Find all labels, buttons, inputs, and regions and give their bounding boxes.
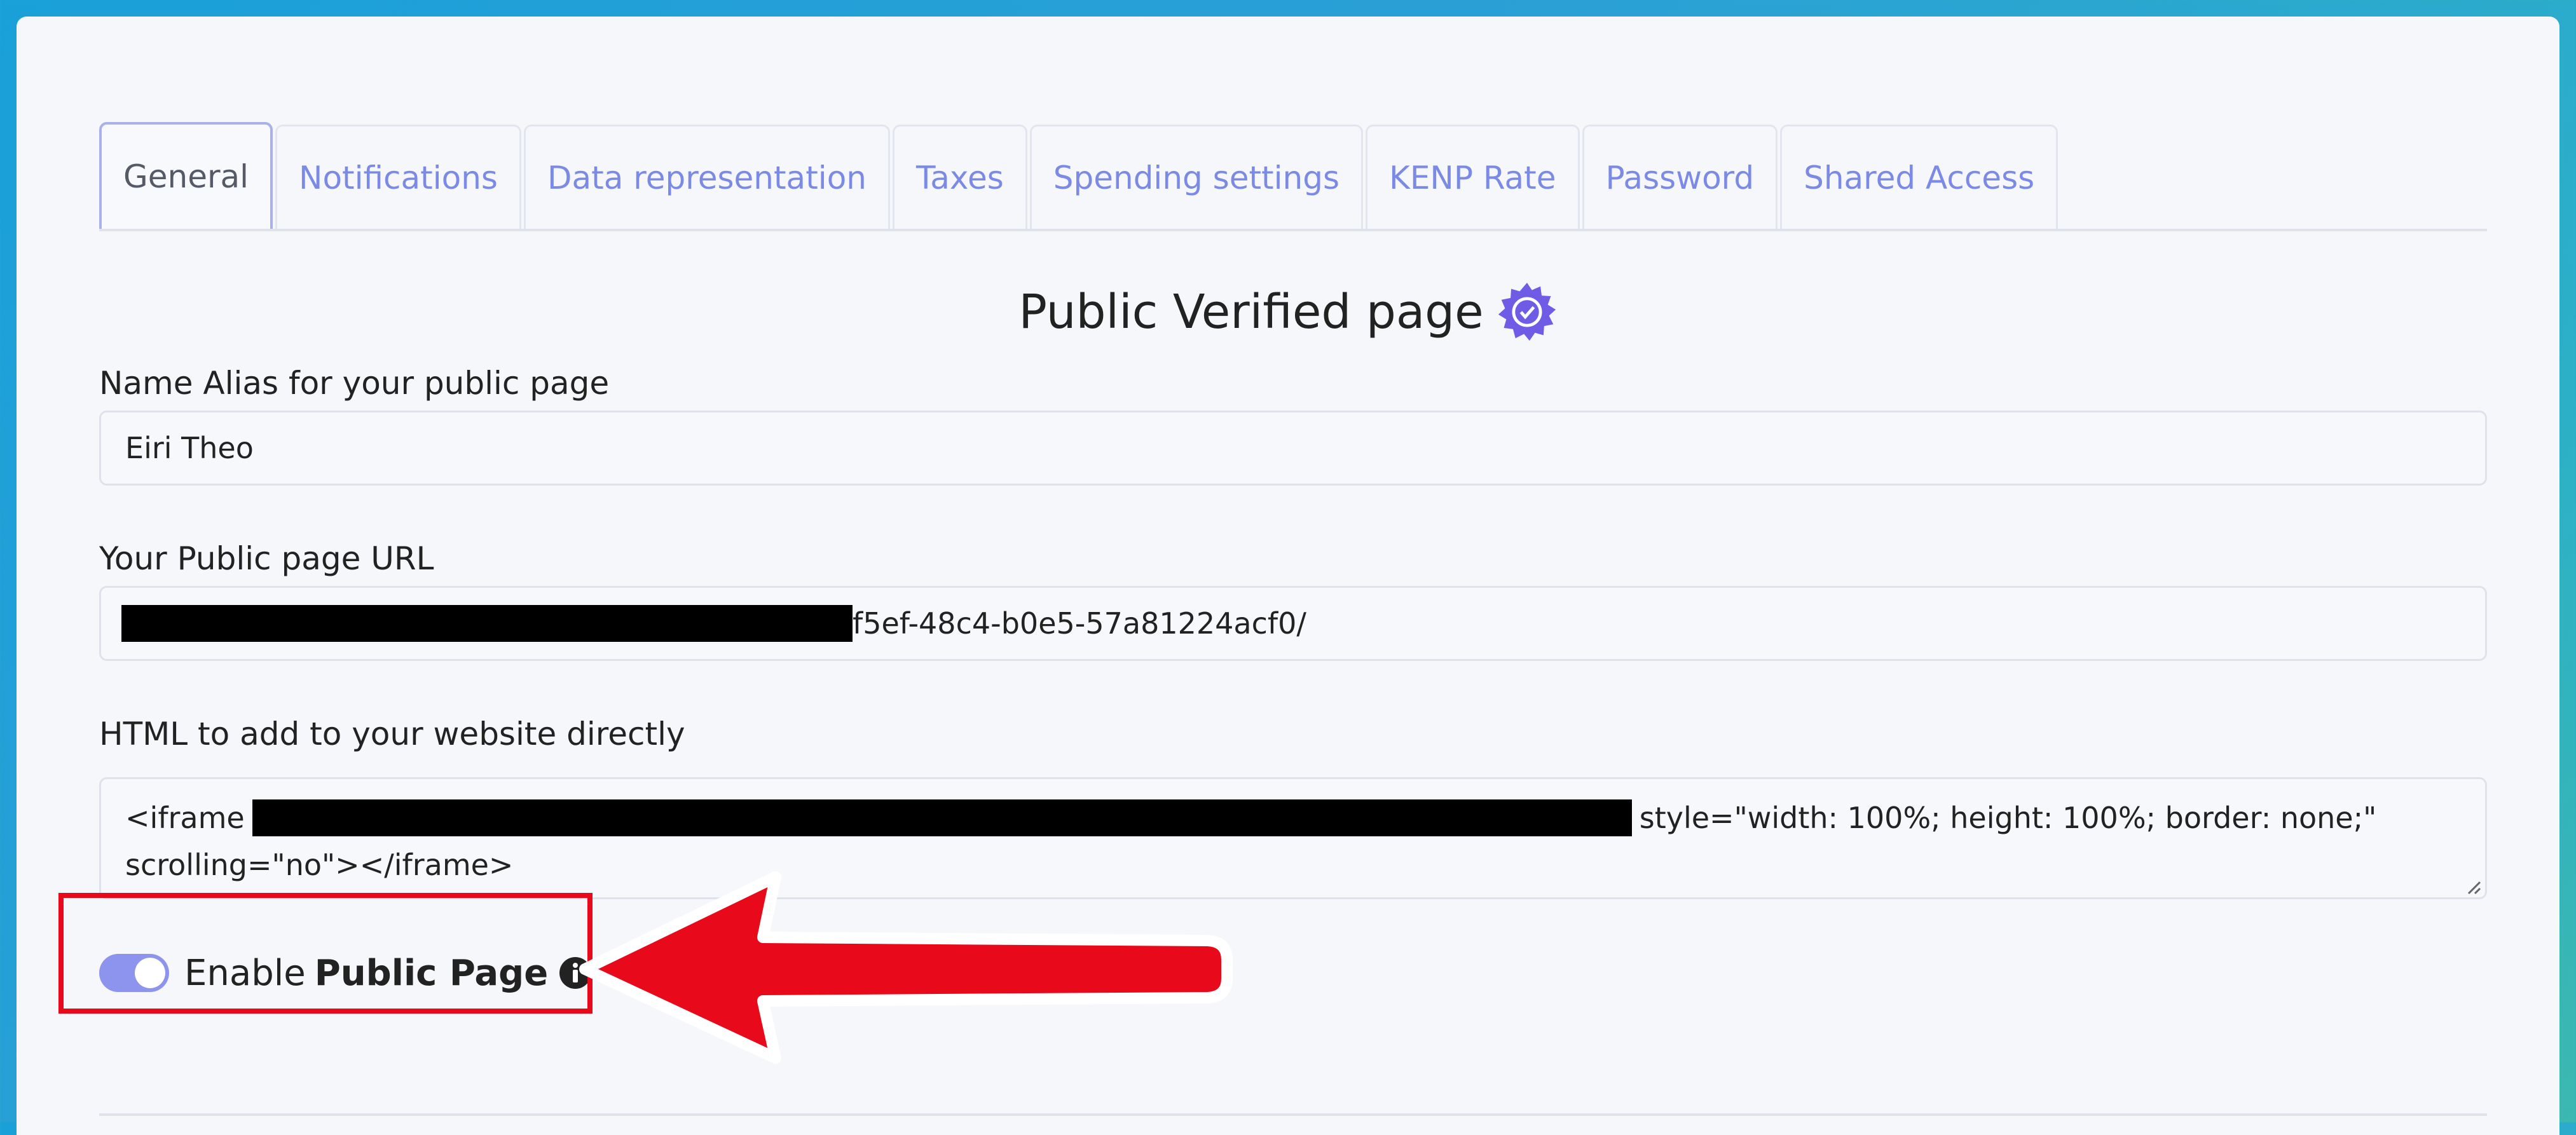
tab-shared-access[interactable]: Shared Access	[1780, 125, 2059, 229]
url-label: Your Public page URL	[99, 540, 434, 577]
url-input[interactable]: f5ef-48c4-b0e5-57a81224acf0/	[99, 586, 2487, 661]
settings-tabs: General Notifications Data representatio…	[99, 105, 2487, 231]
tab-kenp-rate[interactable]: KENP Rate	[1366, 125, 1580, 229]
url-visible-value: f5ef-48c4-b0e5-57a81224acf0/	[853, 606, 1306, 641]
alias-value: Eiri Theo	[125, 431, 254, 465]
section-title: Public Verified page	[1018, 285, 1484, 339]
tab-password[interactable]: Password	[1582, 125, 1778, 229]
section-divider	[99, 1113, 2487, 1116]
tab-spending-settings[interactable]: Spending settings	[1029, 125, 1364, 229]
html-embed-textarea[interactable]: <iframe style="width: 100%; height: 100%…	[99, 777, 2487, 899]
tab-taxes[interactable]: Taxes	[892, 125, 1027, 229]
embed-suffix: style="width: 100%; height: 100%; border…	[1639, 801, 2377, 835]
redacted-embed-src	[252, 799, 1632, 836]
section-header: Public Verified page	[17, 277, 2559, 347]
embed-prefix: <iframe	[125, 801, 245, 835]
annotation-highlight-box	[58, 893, 593, 1014]
resize-handle-icon[interactable]	[2462, 876, 2481, 895]
verified-badge-icon	[1498, 282, 1556, 341]
tab-notifications[interactable]: Notifications	[275, 125, 521, 229]
embed-line-two: scrolling="no"></iframe>	[125, 848, 514, 882]
left-arrow-icon	[579, 871, 1233, 1064]
alias-input[interactable]: Eiri Theo	[99, 411, 2487, 486]
tab-general[interactable]: General	[99, 122, 273, 229]
html-embed-label: HTML to add to your website directly	[99, 716, 685, 752]
alias-label: Name Alias for your public page	[99, 365, 610, 402]
redacted-url-part	[121, 605, 853, 642]
tab-data-representation[interactable]: Data representation	[524, 125, 890, 229]
